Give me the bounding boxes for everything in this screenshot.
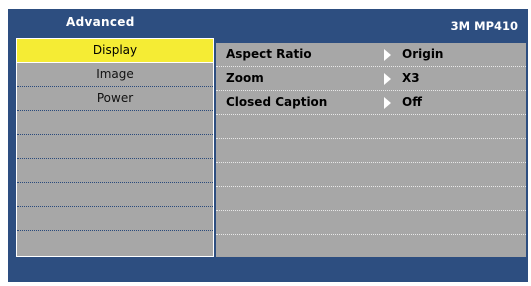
setting-value: X3 <box>402 71 420 85</box>
setting-label: Closed Caption <box>226 95 328 109</box>
setting-label: Zoom <box>226 71 264 85</box>
right-arrow-icon[interactable] <box>384 97 391 109</box>
setting-row-empty <box>216 115 526 139</box>
setting-value: Off <box>402 95 422 109</box>
setting-row-aspect-ratio[interactable]: Aspect Ratio Origin <box>216 43 526 67</box>
category-item-empty <box>17 135 213 159</box>
setting-row-empty <box>216 163 526 187</box>
category-item-label: Power <box>96 91 134 105</box>
setting-row-empty <box>216 235 526 259</box>
setting-row-closed-caption[interactable]: Closed Caption Off <box>216 91 526 115</box>
category-item-label: Display <box>92 43 138 57</box>
right-arrow-icon[interactable] <box>384 49 391 61</box>
category-item-empty <box>17 207 213 231</box>
category-item-label: Image <box>96 67 134 81</box>
setting-label: Aspect Ratio <box>226 47 312 61</box>
setting-row-zoom[interactable]: Zoom X3 <box>216 67 526 91</box>
category-item-empty <box>17 231 213 255</box>
category-item-display[interactable]: Display <box>17 39 213 63</box>
category-item-empty <box>17 159 213 183</box>
menu-title: Advanced <box>66 15 135 29</box>
osd-title-bar: Advanced 3M MP410 <box>8 9 528 39</box>
category-list: Display Image Power <box>16 38 214 257</box>
setting-row-empty <box>216 139 526 163</box>
right-arrow-icon[interactable] <box>384 73 391 85</box>
setting-value: Origin <box>402 47 444 61</box>
setting-row-empty <box>216 211 526 235</box>
model-name: 3M MP410 <box>450 19 518 33</box>
settings-panel: Aspect Ratio Origin Zoom X3 Closed Capti… <box>216 43 526 257</box>
category-item-image[interactable]: Image <box>17 63 213 87</box>
category-item-power[interactable]: Power <box>17 87 213 111</box>
osd-menu-window: Advanced 3M MP410 Display Image Power As… <box>8 9 528 282</box>
category-item-empty <box>17 183 213 207</box>
category-item-empty <box>17 111 213 135</box>
setting-row-empty <box>216 187 526 211</box>
